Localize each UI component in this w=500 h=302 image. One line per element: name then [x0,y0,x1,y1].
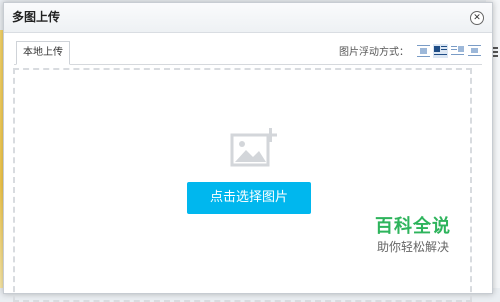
none-align-icon[interactable] [416,44,431,58]
dialog-title: 多图上传 [12,10,61,24]
close-icon: ✕ [473,13,481,23]
right-align-icon[interactable] [450,44,465,58]
float-options-label: 图片浮动方式： [339,47,409,58]
left-align-icon[interactable] [433,43,448,58]
tab-bar: 本地上传 图片浮动方式： [14,40,482,65]
center-align-icon[interactable] [467,44,482,58]
add-image-icon [230,128,277,167]
upload-drop-zone[interactable]: 点击选择图片 [13,68,472,302]
choose-image-button[interactable]: 点击选择图片 [187,182,311,214]
dialog-titlebar[interactable]: 多图上传 ✕ [4,3,492,33]
image-float-options: 图片浮动方式： [339,43,482,58]
watermark-title: 百科全说 [375,216,451,237]
tab-local-upload[interactable]: 本地上传 [16,41,70,65]
watermark-subtitle: 助你轻松解决 [376,240,449,254]
watermark: 百科全说 助你轻松解决 [365,216,461,255]
close-button[interactable]: ✕ [470,11,484,25]
